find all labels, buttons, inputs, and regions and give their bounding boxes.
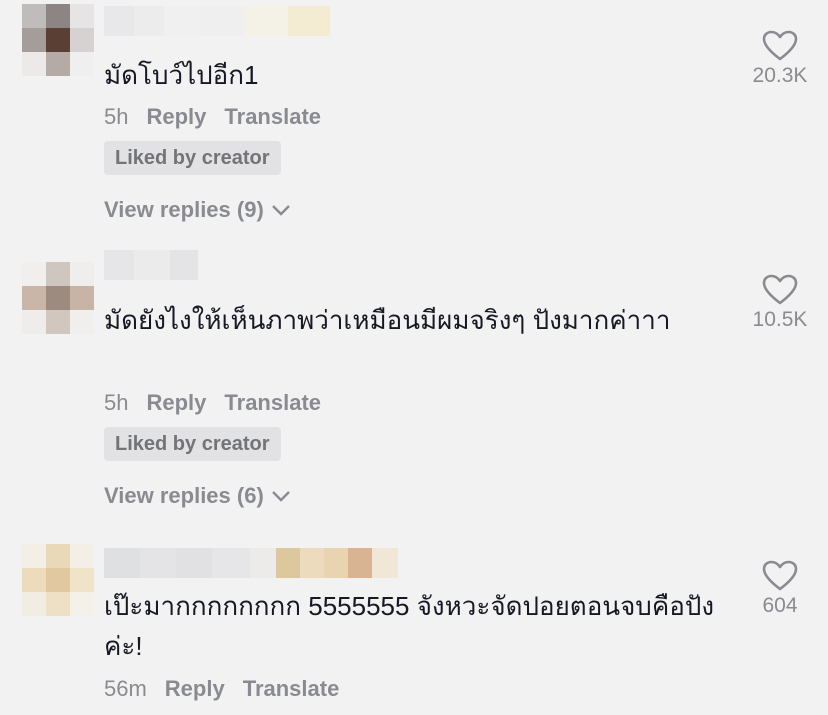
avatar[interactable] (22, 4, 94, 76)
comment-text: มัดยังไงให้เห็นภาพว่าเหมือนมีผมจริงๆ ปัง… (104, 305, 671, 335)
liked-by-creator-badge: Liked by creator (104, 427, 281, 461)
like-button[interactable]: 10.5K (746, 274, 814, 332)
avatar[interactable] (22, 544, 94, 616)
chevron-down-icon (271, 491, 290, 502)
view-replies-button[interactable]: View replies (6) (104, 483, 292, 509)
view-replies-label: View replies (6) (104, 483, 264, 508)
comment-time: 5h (104, 390, 129, 415)
heart-outline-icon (762, 274, 798, 305)
heart-outline-icon (762, 560, 798, 591)
reply-button[interactable]: Reply (146, 104, 206, 130)
translate-button[interactable]: Translate (224, 104, 321, 130)
heart-outline-icon (762, 30, 798, 61)
view-replies-label: View replies (9) (104, 197, 264, 222)
like-count: 20.3K (752, 64, 808, 87)
translate-button[interactable]: Translate (243, 676, 340, 702)
reply-button[interactable]: Reply (146, 390, 206, 416)
username-blurred[interactable] (104, 250, 198, 280)
like-button[interactable]: 604 (746, 560, 814, 618)
comment-meta: 56m Reply Translate (104, 676, 339, 702)
comment-meta: 5h Reply Translate (104, 104, 321, 130)
chevron-down-icon (271, 205, 290, 216)
liked-by-creator-badge: Liked by creator (104, 141, 281, 175)
comment-text: มัดโบว์ไปอีก1 (104, 60, 259, 90)
reply-button[interactable]: Reply (165, 676, 225, 702)
avatar[interactable] (22, 262, 94, 334)
comment-time: 56m (104, 676, 147, 701)
like-button[interactable]: 20.3K (746, 30, 814, 88)
username-blurred[interactable] (104, 548, 398, 578)
translate-button[interactable]: Translate (224, 390, 321, 416)
view-replies-button[interactable]: View replies (9) (104, 197, 292, 223)
comment-meta: 5h Reply Translate (104, 390, 321, 416)
like-count: 10.5K (752, 308, 808, 331)
username-blurred[interactable] (104, 6, 330, 36)
comment-text: เป๊ะมากกกกกกกก 5555555 จังหวะจัดปอยตอนจบ… (104, 591, 715, 661)
comment-time: 5h (104, 104, 129, 129)
like-count: 604 (762, 594, 798, 617)
